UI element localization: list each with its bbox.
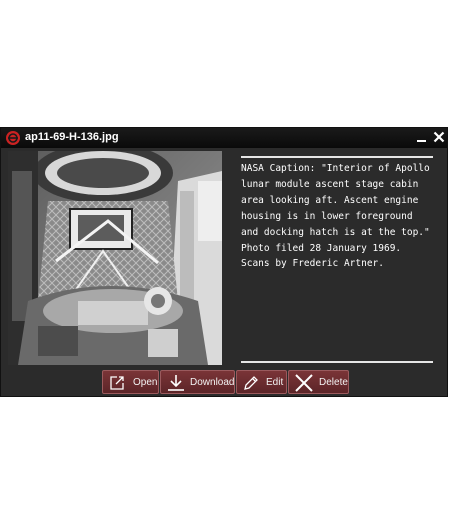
x-icon bbox=[295, 374, 313, 392]
red-circle-logo-icon bbox=[6, 131, 20, 145]
open-button-label: Open bbox=[133, 377, 158, 388]
download-button[interactable]: Download bbox=[160, 370, 235, 394]
delete-button[interactable]: Delete bbox=[288, 370, 349, 394]
caption-bottom-divider bbox=[241, 361, 433, 363]
download-icon bbox=[168, 375, 184, 391]
caption-top-divider bbox=[241, 156, 433, 158]
title-bar[interactable]: ap11-69-H-136.jpg bbox=[1, 128, 447, 148]
open-button[interactable]: Open bbox=[102, 370, 159, 394]
edit-button-label: Edit bbox=[266, 377, 284, 388]
open-external-icon bbox=[110, 376, 124, 390]
photo-preview bbox=[8, 151, 222, 365]
photo-image bbox=[8, 151, 222, 365]
photo-caption: NASA Caption: "Interior of Apollo lunar … bbox=[241, 163, 430, 270]
window-title: ap11-69-H-136.jpg bbox=[25, 131, 119, 143]
download-button-label: Download bbox=[190, 377, 235, 388]
minimize-icon[interactable] bbox=[415, 130, 429, 144]
delete-button-label: Delete bbox=[319, 377, 348, 388]
edit-button[interactable]: Edit bbox=[236, 370, 287, 394]
pencil-icon bbox=[244, 376, 258, 390]
close-icon[interactable] bbox=[432, 130, 446, 144]
image-viewer-window: ap11-69-H-136.jpg NASA Caption: "Interio… bbox=[0, 127, 448, 397]
